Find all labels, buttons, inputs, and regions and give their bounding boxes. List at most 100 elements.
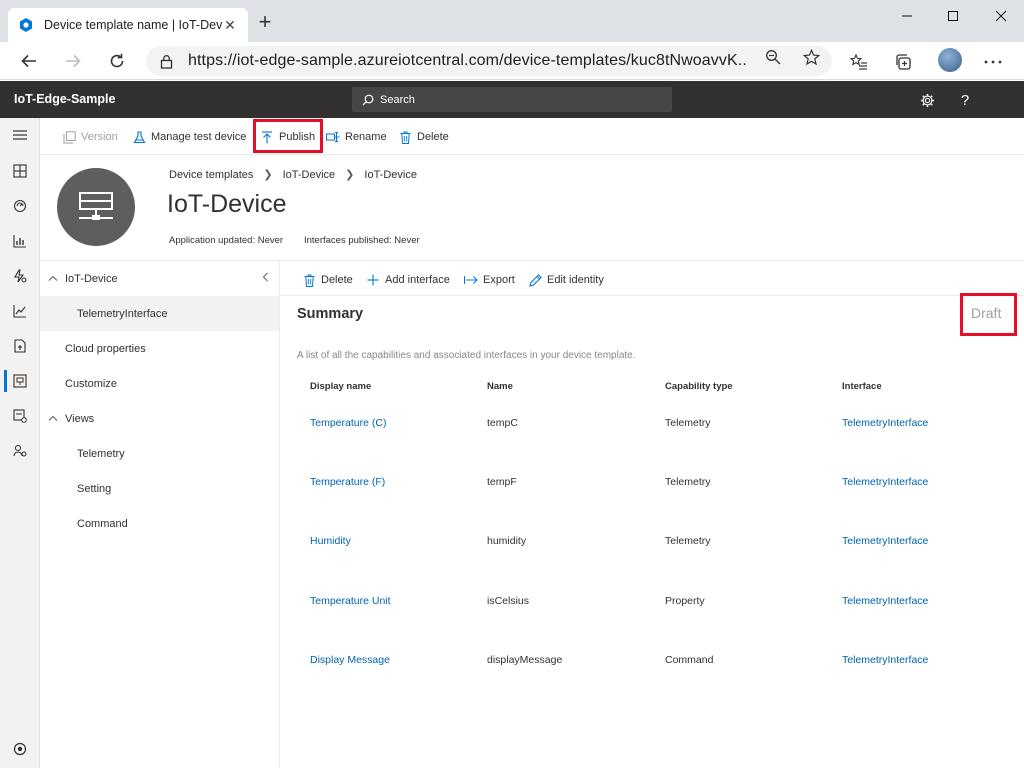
tree-item-customize[interactable]: Customize <box>40 366 279 401</box>
maximize-window-icon[interactable] <box>930 0 976 32</box>
breadcrumb: Device templates ❯ IoT-Device ❯ IoT-Devi… <box>169 168 417 182</box>
column-header-interface: Interface <box>842 381 882 392</box>
capability-name: tempF <box>487 476 517 488</box>
search-input[interactable]: Search <box>352 87 672 112</box>
tree-item-views[interactable]: Views <box>40 401 279 436</box>
device-groups-icon[interactable] <box>0 401 40 431</box>
tree-item-cloud-properties[interactable]: Cloud properties <box>40 331 279 366</box>
trash-icon <box>398 130 412 144</box>
capability-interface-link[interactable]: TelemetryInterface <box>842 535 928 547</box>
tree-item-view-telemetry[interactable]: Telemetry <box>40 436 279 471</box>
refresh-icon[interactable] <box>104 48 130 74</box>
interface-command-bar: Delete Add interface Export Edit identit… <box>280 260 1024 296</box>
capability-display-name-link[interactable]: Temperature (F) <box>310 476 385 488</box>
tree-item-telemetry-interface[interactable]: TelemetryInterface <box>40 296 279 331</box>
version-icon <box>62 130 76 144</box>
app-header: IoT-Edge-Sample Search ? <box>0 81 1024 118</box>
capability-interface-link[interactable]: TelemetryInterface <box>842 654 928 666</box>
export-arrow-icon <box>464 273 478 287</box>
data-export-icon[interactable] <box>0 331 40 361</box>
publish-highlight-box <box>253 119 323 153</box>
chevron-up-icon <box>48 273 58 284</box>
column-header-display-name: Display name <box>310 381 372 392</box>
app-name[interactable]: IoT-Edge-Sample <box>14 92 115 106</box>
dashboard-icon[interactable] <box>0 156 40 186</box>
manage-test-device-button[interactable]: Manage test device <box>132 128 246 146</box>
zoom-icon[interactable] <box>762 48 784 66</box>
iot-central-logo-icon[interactable] <box>12 741 28 757</box>
close-tab-icon[interactable]: ✕ <box>222 17 238 34</box>
profile-avatar[interactable] <box>938 48 962 72</box>
capability-interface-link[interactable]: TelemetryInterface <box>842 417 928 429</box>
capability-type: Telemetry <box>665 476 711 488</box>
breadcrumb-device-templates[interactable]: Device templates <box>169 169 253 181</box>
export-button[interactable]: Export <box>464 271 515 289</box>
administration-icon[interactable] <box>0 436 40 466</box>
devices-icon[interactable] <box>0 191 40 221</box>
pencil-icon <box>528 273 542 287</box>
add-interface-button[interactable]: Add interface <box>366 271 450 289</box>
rename-button[interactable]: Rename <box>326 128 387 146</box>
tree-item-iot-device[interactable]: IoT-Device <box>40 261 279 296</box>
delete-template-button[interactable]: Delete <box>398 128 449 146</box>
more-menu-icon[interactable] <box>982 51 1004 73</box>
collapse-panel-icon[interactable] <box>262 272 268 285</box>
capability-name: displayMessage <box>487 654 563 666</box>
chevron-right-icon: ❯ <box>345 169 355 181</box>
browser-tab[interactable]: Device template name | IoT-Dev ✕ <box>8 8 248 42</box>
capability-name: humidity <box>487 535 527 547</box>
chevron-right-icon: ❯ <box>263 169 273 181</box>
iot-central-favicon-icon <box>18 17 34 33</box>
browser-tab-title: Device template name | IoT-Dev <box>44 18 222 32</box>
search-placeholder: Search <box>380 93 415 106</box>
tree-item-view-setting[interactable]: Setting <box>40 471 279 506</box>
capability-type: Telemetry <box>665 535 711 547</box>
capability-type: Telemetry <box>665 417 711 429</box>
capability-interface-link[interactable]: TelemetryInterface <box>842 595 928 607</box>
analytics-icon[interactable] <box>0 226 40 256</box>
trash-icon <box>302 273 316 287</box>
device-server-icon <box>79 192 113 220</box>
rename-icon <box>326 130 340 144</box>
plus-icon <box>366 273 380 287</box>
favorites-list-icon[interactable] <box>848 51 870 73</box>
edit-identity-button[interactable]: Edit identity <box>528 271 604 289</box>
application-updated-text: Application updated: Never <box>169 235 284 246</box>
summary-title: Summary <box>297 306 364 322</box>
collections-icon[interactable] <box>892 51 914 73</box>
draft-highlight-box <box>960 293 1017 336</box>
capability-name: isCelsius <box>487 595 530 607</box>
page-title: IoT-Device <box>167 190 287 218</box>
column-header-name: Name <box>487 381 513 392</box>
breadcrumb-current: IoT-Device <box>364 168 417 181</box>
jobs-chart-icon[interactable] <box>0 296 40 326</box>
capability-display-name-link[interactable]: Temperature (C) <box>310 417 386 429</box>
forward-arrow-icon[interactable] <box>60 48 86 74</box>
capability-display-name-link[interactable]: Humidity <box>310 535 351 547</box>
help-icon[interactable]: ? <box>954 89 976 111</box>
device-templates-icon[interactable] <box>0 366 40 396</box>
back-arrow-icon[interactable] <box>16 48 42 74</box>
close-window-icon[interactable] <box>978 0 1024 32</box>
capability-interface-link[interactable]: TelemetryInterface <box>842 476 928 488</box>
device-template-avatar <box>57 168 135 246</box>
delete-interface-button[interactable]: Delete <box>302 271 353 289</box>
capability-display-name-link[interactable]: Temperature Unit <box>310 595 391 607</box>
lock-icon <box>160 54 174 69</box>
new-tab-icon[interactable]: + <box>254 11 276 34</box>
capability-type: Command <box>665 654 714 666</box>
capability-type: Property <box>665 595 705 607</box>
settings-gear-icon[interactable] <box>916 89 938 111</box>
left-nav-rail <box>0 118 40 768</box>
favorite-star-icon[interactable] <box>800 48 822 66</box>
version-button[interactable]: Version <box>62 128 118 146</box>
interfaces-published-text: Interfaces published: Never <box>304 235 420 246</box>
minimize-window-icon[interactable] <box>884 0 930 32</box>
rules-icon[interactable] <box>0 261 40 291</box>
capability-display-name-link[interactable]: Display Message <box>310 654 390 666</box>
capability-name: tempC <box>487 417 518 429</box>
hamburger-menu-icon[interactable] <box>0 120 40 150</box>
tree-item-view-command[interactable]: Command <box>40 506 279 541</box>
breadcrumb-iot-device[interactable]: IoT-Device <box>283 169 336 181</box>
address-bar[interactable]: https://iot-edge-sample.azureiotcentral.… <box>146 46 832 76</box>
